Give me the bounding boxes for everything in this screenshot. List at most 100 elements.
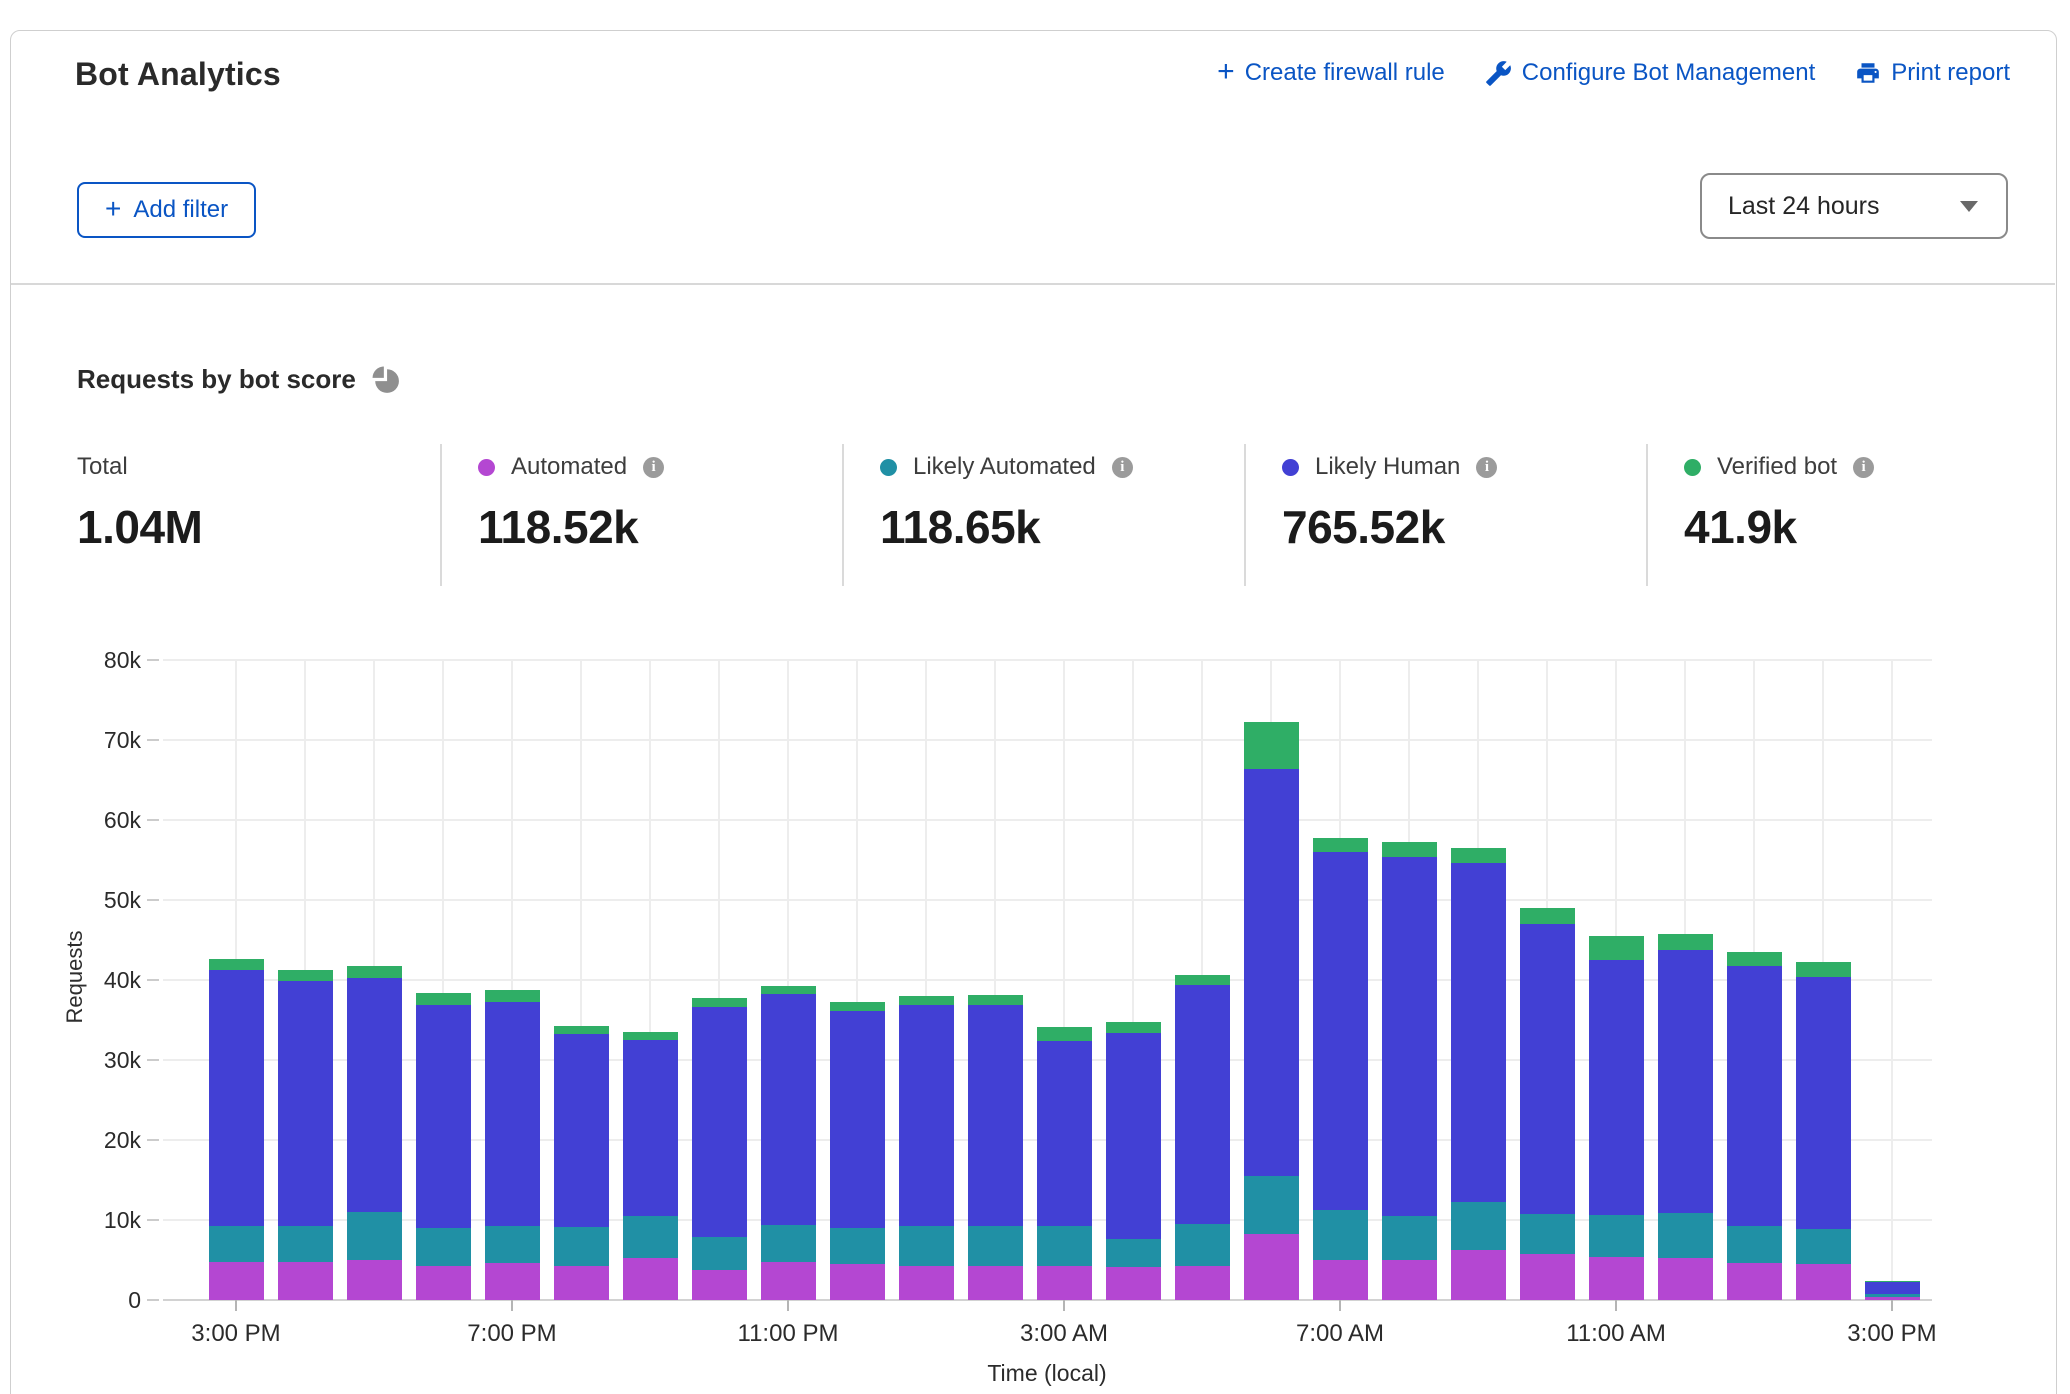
bar-segment-likely-human[interactable] [1244, 769, 1299, 1176]
bar-segment-likely-automated[interactable] [1727, 1226, 1782, 1263]
bar-segment-likely-human[interactable] [1106, 1033, 1161, 1239]
add-filter-button[interactable]: + Add filter [77, 182, 256, 238]
bar-segment-automated[interactable] [1175, 1266, 1230, 1300]
bar-segment-verified-bot[interactable] [1175, 975, 1230, 985]
bar-segment-automated[interactable] [485, 1263, 540, 1300]
bar-segment-likely-automated[interactable] [1106, 1239, 1161, 1267]
bar-segment-verified-bot[interactable] [1313, 838, 1368, 852]
bar-segment-automated[interactable] [692, 1270, 747, 1300]
bar-segment-likely-automated[interactable] [968, 1226, 1023, 1266]
bar-segment-automated[interactable] [623, 1258, 678, 1300]
bar-segment-likely-automated[interactable] [209, 1226, 264, 1262]
time-range-dropdown[interactable]: Last 24 hours [1700, 173, 2008, 239]
bar-segment-likely-automated[interactable] [416, 1228, 471, 1266]
bar-segment-verified-bot[interactable] [1382, 842, 1437, 856]
bar-segment-verified-bot[interactable] [1451, 848, 1506, 863]
info-icon[interactable]: i [1112, 457, 1133, 478]
bar-segment-automated[interactable] [1589, 1257, 1644, 1300]
bar-segment-likely-automated[interactable] [623, 1216, 678, 1258]
bar-segment-automated[interactable] [761, 1262, 816, 1300]
bar-segment-likely-automated[interactable] [1658, 1213, 1713, 1259]
bar-segment-automated[interactable] [1451, 1250, 1506, 1300]
bar-segment-verified-bot[interactable] [1658, 934, 1713, 949]
bar-segment-automated[interactable] [278, 1262, 333, 1300]
bar-segment-verified-bot[interactable] [1865, 1281, 1920, 1282]
bar-segment-verified-bot[interactable] [899, 996, 954, 1005]
bar-segment-likely-human[interactable] [416, 1005, 471, 1228]
bar-segment-likely-automated[interactable] [1244, 1176, 1299, 1234]
bar-segment-automated[interactable] [1037, 1266, 1092, 1300]
bar-segment-likely-automated[interactable] [1520, 1214, 1575, 1255]
info-icon[interactable]: i [643, 457, 664, 478]
bar-segment-automated[interactable] [899, 1266, 954, 1300]
bar-segment-likely-human[interactable] [1865, 1282, 1920, 1294]
bar-segment-verified-bot[interactable] [692, 998, 747, 1007]
bar-segment-automated[interactable] [554, 1266, 609, 1300]
bar-segment-likely-human[interactable] [1727, 966, 1782, 1227]
bar-segment-automated[interactable] [1727, 1263, 1782, 1300]
bar-segment-likely-human[interactable] [485, 1002, 540, 1226]
bar-segment-verified-bot[interactable] [761, 986, 816, 994]
bar-segment-automated[interactable] [209, 1262, 264, 1300]
bar-segment-verified-bot[interactable] [1589, 936, 1644, 960]
print-report-link[interactable]: Print report [1855, 59, 2010, 87]
info-icon[interactable]: i [1476, 457, 1497, 478]
bar-segment-likely-automated[interactable] [278, 1226, 333, 1263]
bar-segment-verified-bot[interactable] [209, 959, 264, 969]
bar-segment-likely-human[interactable] [968, 1005, 1023, 1226]
bar-segment-automated[interactable] [1520, 1254, 1575, 1300]
bar-segment-likely-automated[interactable] [1865, 1294, 1920, 1297]
bar-segment-verified-bot[interactable] [1037, 1027, 1092, 1041]
bar-segment-likely-automated[interactable] [761, 1225, 816, 1262]
bar-segment-verified-bot[interactable] [416, 993, 471, 1005]
bar-segment-likely-automated[interactable] [485, 1226, 540, 1264]
bar-segment-verified-bot[interactable] [1796, 962, 1851, 976]
bar-segment-verified-bot[interactable] [1106, 1022, 1161, 1032]
create-firewall-rule-link[interactable]: + Create firewall rule [1217, 58, 1445, 88]
bar-segment-likely-human[interactable] [1313, 852, 1368, 1210]
bar-segment-verified-bot[interactable] [485, 990, 540, 1001]
bar-segment-verified-bot[interactable] [968, 995, 1023, 1005]
bar-segment-likely-automated[interactable] [347, 1212, 402, 1260]
bar-segment-likely-human[interactable] [1589, 960, 1644, 1215]
bar-segment-likely-human[interactable] [1451, 863, 1506, 1202]
bar-segment-likely-automated[interactable] [830, 1228, 885, 1264]
bar-segment-likely-human[interactable] [761, 994, 816, 1224]
bar-segment-automated[interactable] [1244, 1234, 1299, 1300]
bar-segment-automated[interactable] [347, 1260, 402, 1300]
bar-segment-verified-bot[interactable] [1520, 908, 1575, 924]
bar-segment-automated[interactable] [1382, 1260, 1437, 1300]
bar-segment-automated[interactable] [830, 1264, 885, 1300]
bar-segment-likely-automated[interactable] [1175, 1224, 1230, 1266]
bar-segment-likely-automated[interactable] [692, 1237, 747, 1271]
bar-segment-verified-bot[interactable] [278, 970, 333, 980]
bar-segment-automated[interactable] [1658, 1258, 1713, 1300]
bar-segment-likely-automated[interactable] [899, 1226, 954, 1266]
bar-segment-likely-automated[interactable] [1382, 1216, 1437, 1260]
info-icon[interactable]: i [1853, 457, 1874, 478]
bar-segment-likely-human[interactable] [278, 981, 333, 1226]
bar-segment-automated[interactable] [416, 1266, 471, 1300]
configure-bot-management-link[interactable]: Configure Bot Management [1485, 59, 1816, 87]
bar-segment-automated[interactable] [968, 1266, 1023, 1300]
bar-segment-likely-human[interactable] [1520, 924, 1575, 1214]
bar-segment-likely-human[interactable] [830, 1011, 885, 1228]
bar-segment-verified-bot[interactable] [554, 1026, 609, 1035]
bar-segment-likely-human[interactable] [1382, 857, 1437, 1216]
bar-segment-likely-human[interactable] [623, 1040, 678, 1216]
bar-segment-verified-bot[interactable] [347, 966, 402, 978]
bar-segment-automated[interactable] [1796, 1264, 1851, 1300]
bar-segment-likely-automated[interactable] [1313, 1210, 1368, 1260]
bar-segment-automated[interactable] [1106, 1267, 1161, 1300]
bar-segment-likely-human[interactable] [347, 978, 402, 1212]
bar-segment-verified-bot[interactable] [1727, 952, 1782, 966]
bar-segment-likely-human[interactable] [1796, 977, 1851, 1229]
bar-segment-likely-automated[interactable] [554, 1227, 609, 1265]
bar-segment-likely-human[interactable] [692, 1007, 747, 1237]
bar-segment-likely-automated[interactable] [1451, 1202, 1506, 1249]
bar-segment-likely-human[interactable] [1037, 1041, 1092, 1227]
bar-segment-verified-bot[interactable] [1244, 722, 1299, 768]
bar-segment-likely-automated[interactable] [1589, 1215, 1644, 1257]
bar-segment-likely-human[interactable] [1658, 950, 1713, 1213]
bar-segment-automated[interactable] [1313, 1260, 1368, 1300]
